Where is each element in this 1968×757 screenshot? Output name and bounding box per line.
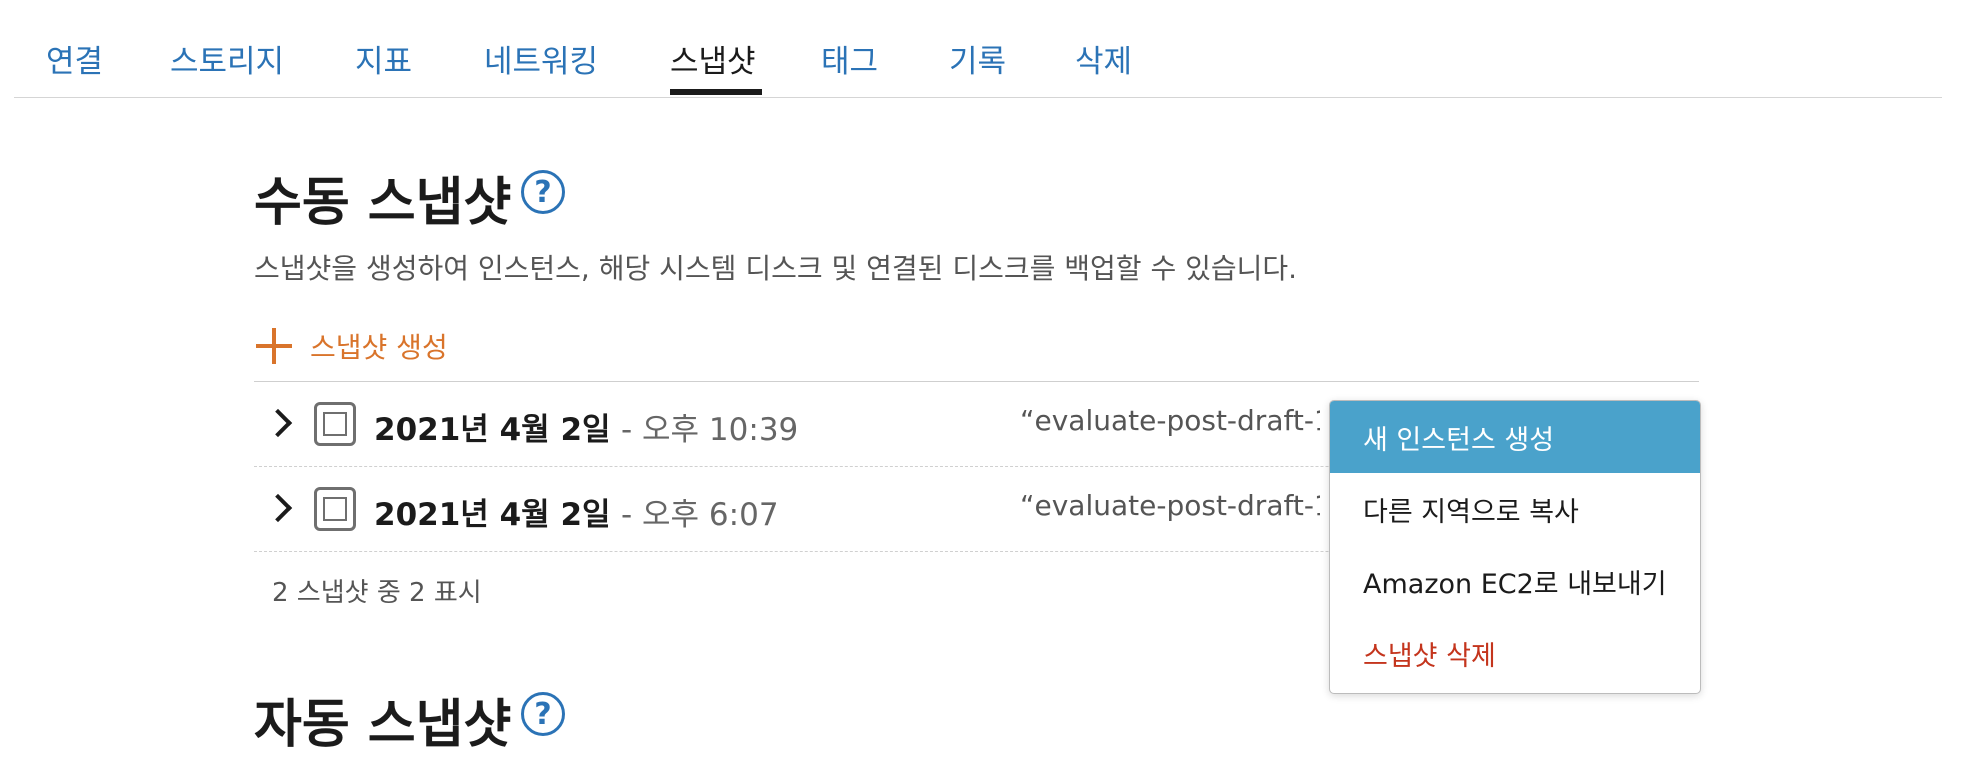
snapshot-time: - 오후 6:07	[621, 497, 779, 533]
snapshot-note: “evaluate-post-draft-161	[1020, 489, 1320, 522]
automatic-snapshots-title: 자동 스냅샷	[254, 695, 512, 755]
tab-networking[interactable]: 네트워킹	[484, 36, 598, 81]
chevron-right-icon[interactable]	[263, 408, 293, 438]
tab-storage[interactable]: 스토리지	[170, 36, 284, 81]
snapshot-date: 2021년 4월 2일	[374, 412, 611, 448]
plus-icon	[254, 326, 294, 366]
menu-item-create-instance[interactable]: 새 인스턴스 생성	[1330, 401, 1700, 473]
snapshot-icon	[314, 487, 356, 531]
menu-item-copy-region[interactable]: 다른 지역으로 복사	[1330, 473, 1700, 545]
snapshot-actions-menu: 새 인스턴스 생성 다른 지역으로 복사 Amazon EC2로 내보내기 스냅…	[1329, 400, 1701, 694]
snapshot-date: 2021년 4월 2일	[374, 497, 611, 533]
menu-item-delete-snapshot[interactable]: 스냅샷 삭제	[1330, 617, 1700, 689]
manual-snapshots-description: 스냅샷을 생성하여 인스턴스, 해당 시스템 디스크 및 연결된 디스크를 백업…	[254, 252, 1298, 285]
tab-connect[interactable]: 연결	[46, 36, 103, 81]
tab-bar: 연결 스토리지 지표 네트워킹 스냅샷 태그 기록 삭제	[14, 0, 1942, 98]
create-snapshot-button[interactable]: 스냅샷 생성	[254, 326, 448, 366]
snapshot-count-summary: 2 스냅샷 중 2 표시	[272, 578, 482, 608]
snapshot-icon	[314, 402, 356, 446]
help-icon[interactable]: ?	[521, 692, 565, 736]
menu-item-export-ec2[interactable]: Amazon EC2로 내보내기	[1330, 545, 1700, 617]
tab-metrics[interactable]: 지표	[355, 36, 412, 81]
tab-snapshots[interactable]: 스냅샷	[670, 36, 756, 81]
help-icon[interactable]: ?	[521, 170, 565, 214]
tab-delete[interactable]: 삭제	[1075, 36, 1132, 81]
chevron-right-icon[interactable]	[263, 493, 293, 523]
active-tab-indicator	[670, 89, 762, 95]
tab-tags[interactable]: 태그	[821, 36, 878, 81]
snapshot-time: - 오후 10:39	[621, 412, 799, 448]
manual-snapshots-title: 수동 스냅샷	[254, 173, 512, 233]
snapshot-note: “evaluate-post-draft-161	[1020, 404, 1320, 437]
tab-history[interactable]: 기록	[949, 36, 1006, 81]
create-snapshot-label: 스냅샷 생성	[310, 331, 448, 364]
